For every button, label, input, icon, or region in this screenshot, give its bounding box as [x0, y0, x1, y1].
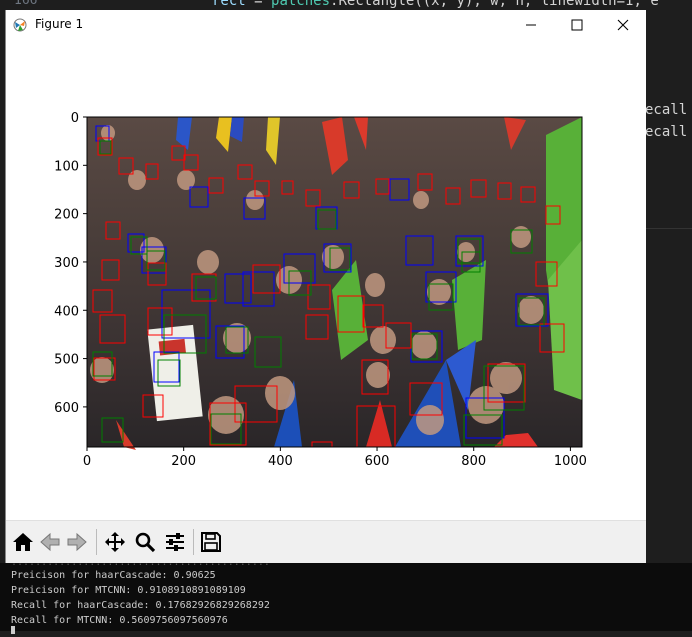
crowd-photo [87, 117, 582, 450]
figure-window: Figure 1 0 200 400 600 800 1000 0 100 20… [5, 10, 646, 564]
plot-svg: 0 200 400 600 800 1000 0 100 200 300 400 500 600 [54, 111, 587, 469]
y-tick-label: 0 [71, 111, 79, 126]
save-button[interactable] [198, 529, 224, 555]
plot-canvas[interactable]: 0 200 400 600 800 1000 0 100 200 300 400 500 600 [6, 40, 646, 520]
close-button[interactable] [600, 10, 646, 40]
window-title: Figure 1 [35, 17, 84, 31]
editor-divider [645, 228, 692, 229]
sliders-icon [166, 533, 184, 551]
code-editor-right: ecall ecall [645, 10, 692, 563]
configure-subplots-button[interactable] [162, 529, 188, 555]
forward-button[interactable] [64, 529, 90, 555]
x-axis: 0 200 400 600 800 1000 [83, 447, 587, 469]
y-tick-label: 400 [54, 304, 79, 319]
save-icon [201, 532, 221, 552]
minimize-button[interactable] [508, 10, 554, 40]
y-axis: 0 100 200 300 400 500 600 [54, 111, 87, 416]
maximize-icon [571, 19, 583, 31]
y-tick-label: 600 [54, 401, 79, 416]
y-tick-label: 500 [54, 353, 79, 368]
toolbar-divider [193, 529, 194, 555]
pan-button[interactable] [102, 529, 128, 555]
code-fragment: ecall [645, 124, 688, 140]
x-tick-label: 600 [365, 454, 390, 469]
y-tick-label: 300 [54, 256, 79, 271]
code-line: rect = patches.Rectangle((x, y), w, h, l… [212, 0, 659, 9]
terminal-output: ........................................… [0, 557, 692, 634]
x-tick-label: 400 [268, 454, 293, 469]
y-tick-label: 200 [54, 208, 79, 223]
move-icon [105, 532, 125, 552]
back-button[interactable] [37, 529, 63, 555]
x-tick-label: 200 [171, 454, 196, 469]
maximize-button[interactable] [554, 10, 600, 40]
y-tick-label: 100 [54, 159, 79, 174]
forward-arrow-icon [67, 532, 87, 552]
zoom-button[interactable] [132, 529, 158, 555]
terminal-line-haar-precision: Preicison for haarCascade: 0.90625 [11, 570, 216, 581]
back-arrow-icon [40, 532, 60, 552]
x-tick-label: 0 [83, 454, 91, 469]
close-icon [617, 19, 629, 31]
toolbar-divider [96, 529, 97, 555]
home-button[interactable] [10, 529, 36, 555]
line-number: 166 [14, 0, 38, 8]
matplotlib-icon [12, 17, 28, 33]
zoom-icon [135, 532, 156, 553]
terminal-cursor[interactable] [11, 626, 15, 637]
home-icon [13, 533, 33, 551]
terminal-line-haar-recall: Recall for haarCascade: 0.17682926829268… [11, 600, 270, 611]
x-tick-label: 800 [461, 454, 486, 469]
terminal-partial-line: ........................................… [11, 557, 270, 568]
code-fragment: ecall [645, 102, 688, 118]
code-editor-top: 166 rect = patches.Rectangle((x, y), w, … [0, 0, 692, 10]
terminal-line-mtcnn-precision: Preicison for MTCNN: 0.9108910891089109 [11, 585, 246, 596]
x-tick-label: 1000 [554, 454, 587, 469]
terminal-line-mtcnn-recall: Recall for MTCNN: 0.5609756097560976 [11, 615, 228, 626]
title-bar[interactable]: Figure 1 [6, 10, 646, 40]
minimize-icon [526, 24, 536, 26]
